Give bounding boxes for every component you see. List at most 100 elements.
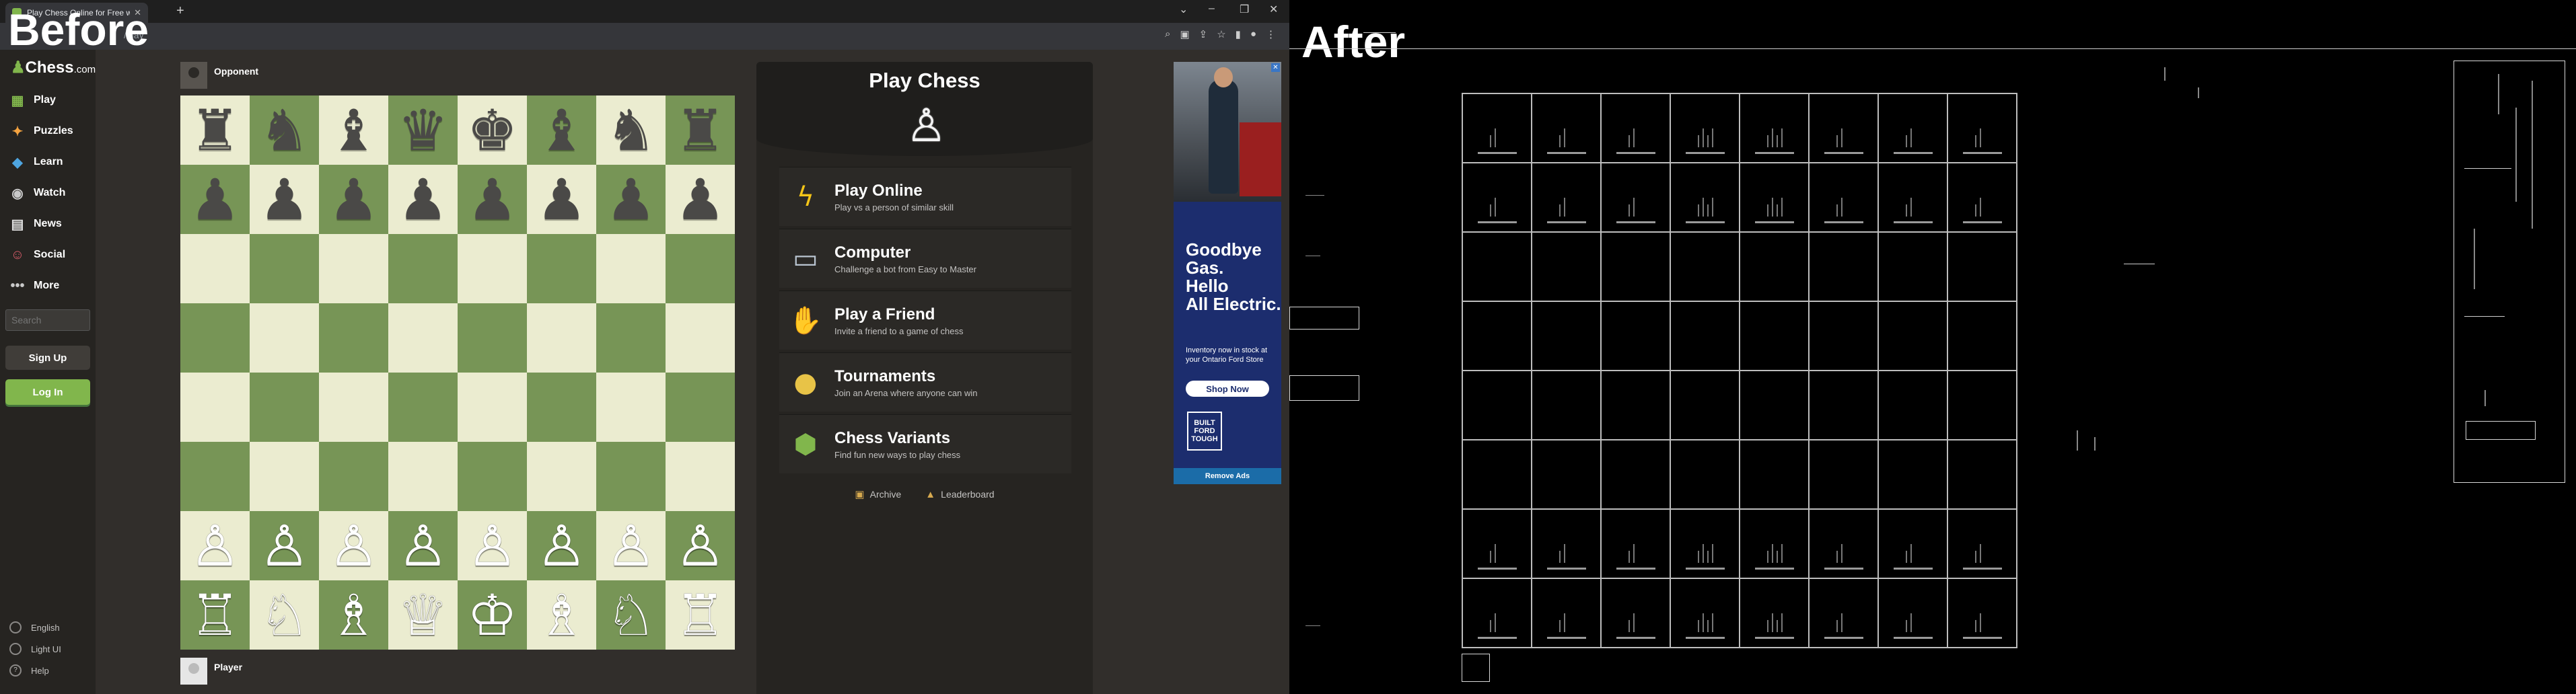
square-a2[interactable]: ♙ (180, 511, 250, 580)
black-piece[interactable]: ♝ (328, 102, 379, 159)
white-piece[interactable]: ♙ (259, 518, 310, 574)
footer-theme[interactable]: Light UI (9, 643, 61, 655)
option-play-online[interactable]: ϟ Play Online Play vs a person of simila… (779, 167, 1071, 226)
remove-ads-button[interactable]: Remove Ads (1174, 468, 1281, 484)
square-a3[interactable] (180, 442, 250, 511)
new-tab-button[interactable]: + (176, 3, 184, 19)
white-piece[interactable]: ♗ (536, 587, 587, 644)
black-piece[interactable]: ♞ (606, 102, 656, 159)
square-b2[interactable]: ♙ (250, 511, 319, 580)
menu-kebab-icon[interactable]: ⋮ (1266, 28, 1276, 40)
bookmark-star-icon[interactable]: ☆ (1217, 28, 1225, 40)
square-h1[interactable]: ♖ (666, 580, 735, 650)
search-input[interactable] (5, 309, 90, 331)
square-b1[interactable]: ♘ (250, 580, 319, 650)
square-g5[interactable] (596, 303, 666, 373)
sidepanel-icon[interactable]: ▮ (1236, 28, 1241, 40)
archive-link[interactable]: ▣ Archive (855, 488, 901, 500)
square-c7[interactable]: ♟ (319, 165, 388, 234)
square-d6[interactable] (388, 234, 458, 303)
option-play-a-friend[interactable]: ✋ Play a Friend Invite a friend to a gam… (779, 291, 1071, 350)
ad-close-icon[interactable]: ✕ (1271, 63, 1280, 72)
tab-list-icon[interactable]: ⌄ (1179, 3, 1188, 16)
black-piece[interactable]: ♞ (259, 102, 310, 159)
white-piece[interactable]: ♘ (606, 587, 656, 644)
white-piece[interactable]: ♗ (328, 587, 379, 644)
square-b3[interactable] (250, 442, 319, 511)
white-piece[interactable]: ♙ (606, 518, 656, 574)
square-e8[interactable]: ♚ (458, 95, 527, 165)
square-e3[interactable] (458, 442, 527, 511)
square-h4[interactable] (666, 373, 735, 442)
white-piece[interactable]: ♙ (675, 518, 725, 574)
square-e1[interactable]: ♔ (458, 580, 527, 650)
white-piece[interactable]: ♕ (398, 587, 448, 644)
square-f8[interactable]: ♝ (527, 95, 596, 165)
option-computer[interactable]: ▭ Computer Challenge a bot from Easy to … (779, 229, 1071, 288)
square-f7[interactable]: ♟ (527, 165, 596, 234)
square-g6[interactable] (596, 234, 666, 303)
option-chess-variants[interactable]: ⬢ Chess Variants Find fun new ways to pl… (779, 414, 1071, 473)
square-c4[interactable] (319, 373, 388, 442)
square-g7[interactable]: ♟ (596, 165, 666, 234)
black-piece[interactable]: ♟ (190, 171, 240, 228)
square-f4[interactable] (527, 373, 596, 442)
square-c1[interactable]: ♗ (319, 580, 388, 650)
square-g2[interactable]: ♙ (596, 511, 666, 580)
sidebar-item-more[interactable]: ••• More (9, 278, 59, 293)
square-h3[interactable] (666, 442, 735, 511)
black-piece[interactable]: ♟ (536, 171, 587, 228)
sidebar-item-social[interactable]: ☺ Social (9, 247, 65, 262)
sidebar-item-news[interactable]: ▤ News (9, 217, 62, 232)
square-c3[interactable] (319, 442, 388, 511)
black-piece[interactable]: ♟ (606, 171, 656, 228)
square-g8[interactable]: ♞ (596, 95, 666, 165)
chess-logo[interactable]: ♟Chess.com (11, 58, 96, 77)
square-a7[interactable]: ♟ (180, 165, 250, 234)
square-e4[interactable] (458, 373, 527, 442)
advertisement[interactable]: ✕ Goodbye Gas. Hello All Electric. Inven… (1174, 62, 1281, 484)
chess-board[interactable]: ♜ ♞ ♝ ♛ ♚ ♝ ♞ ♜ ♟ ♟ ♟ ♟ ♟ ♟ ♟ ♟ ♙ ♙ ♙ ♙ ♙ ♙ ♙ ♙ ♖ ♘ ♗ ♕ ♔ ♗ ♘ ♖ (180, 95, 735, 650)
square-a1[interactable]: ♖ (180, 580, 250, 650)
option-tournaments[interactable]: ● Tournaments Join an Arena where anyone… (779, 352, 1071, 412)
sidebar-item-watch[interactable]: ◉ Watch (9, 186, 65, 201)
square-b6[interactable] (250, 234, 319, 303)
sidebar-item-puzzles[interactable]: ✦ Puzzles (9, 124, 73, 139)
square-d2[interactable]: ♙ (388, 511, 458, 580)
square-e6[interactable] (458, 234, 527, 303)
square-a8[interactable]: ♜ (180, 95, 250, 165)
white-piece[interactable]: ♙ (467, 518, 517, 574)
zoom-icon[interactable]: ⌕ (1165, 28, 1170, 40)
square-b7[interactable]: ♟ (250, 165, 319, 234)
square-c8[interactable]: ♝ (319, 95, 388, 165)
black-piece[interactable]: ♚ (467, 102, 517, 159)
square-c6[interactable] (319, 234, 388, 303)
minimize-button[interactable]: – (1209, 3, 1215, 15)
square-h2[interactable]: ♙ (666, 511, 735, 580)
square-g4[interactable] (596, 373, 666, 442)
sidebar-item-learn[interactable]: ◆ Learn (9, 155, 63, 170)
square-h5[interactable] (666, 303, 735, 373)
square-d4[interactable] (388, 373, 458, 442)
square-a6[interactable] (180, 234, 250, 303)
shop-now-button[interactable]: Shop Now (1186, 381, 1269, 397)
black-piece[interactable]: ♜ (190, 102, 240, 159)
square-e2[interactable]: ♙ (458, 511, 527, 580)
square-a4[interactable] (180, 373, 250, 442)
square-f1[interactable]: ♗ (527, 580, 596, 650)
white-piece[interactable]: ♙ (328, 518, 379, 574)
square-d7[interactable]: ♟ (388, 165, 458, 234)
install-icon[interactable]: ▣ (1180, 28, 1189, 40)
white-piece[interactable]: ♘ (259, 587, 310, 644)
profile-icon[interactable]: ● (1250, 28, 1256, 40)
square-b4[interactable] (250, 373, 319, 442)
white-piece[interactable]: ♖ (190, 587, 240, 644)
square-f6[interactable] (527, 234, 596, 303)
white-piece[interactable]: ♖ (675, 587, 725, 644)
footer-language[interactable]: English (9, 621, 60, 633)
square-f3[interactable] (527, 442, 596, 511)
square-h7[interactable]: ♟ (666, 165, 735, 234)
square-f5[interactable] (527, 303, 596, 373)
square-c2[interactable]: ♙ (319, 511, 388, 580)
black-piece[interactable]: ♟ (675, 171, 725, 228)
